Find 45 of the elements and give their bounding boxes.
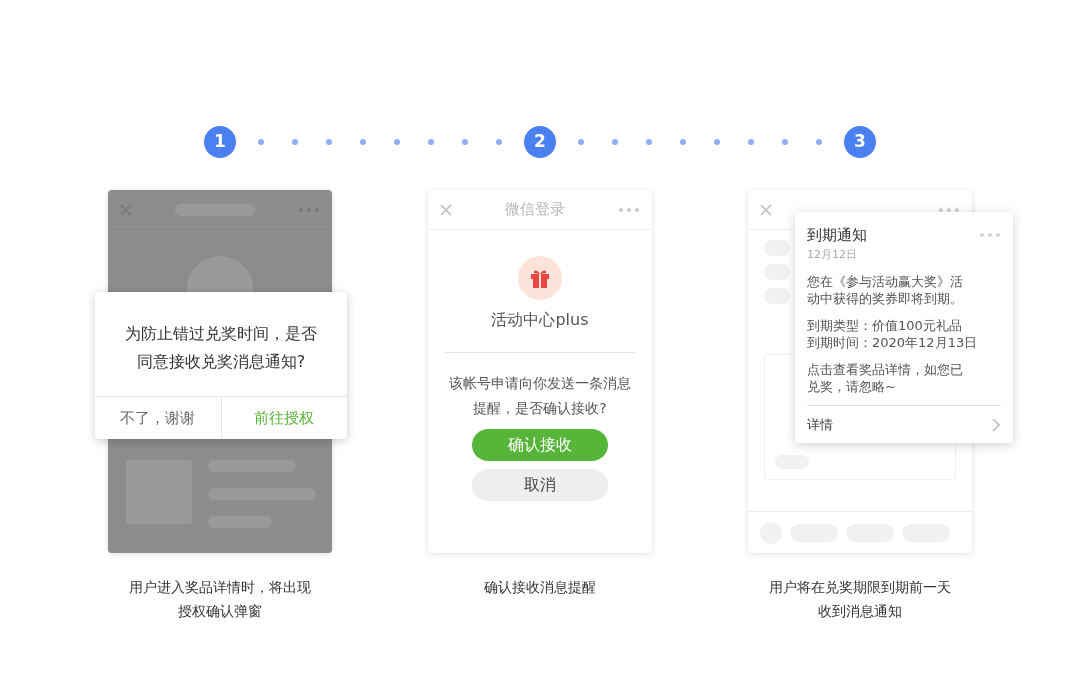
dialog-message: 同意接收兑奖消息通知? [135,351,307,373]
dot-marker [646,139,652,145]
notice-text: 动中获得的奖券即将到期。 [807,290,964,307]
more-icon [979,232,1001,239]
dialog-message: 为防止错过兑奖时间，是否 [124,323,318,345]
more-icon [618,206,640,213]
gift-icon [518,256,562,300]
caption-text: 授权确认弹窗 [177,602,263,621]
notice-text: 兑奖，请忽略~ [807,378,897,395]
dot-marker [748,139,754,145]
dot-marker [714,139,720,145]
dot-marker [360,139,366,145]
dot-marker [782,139,788,145]
caption-text: 确认接收消息提醒 [484,578,596,597]
caption-text: 用户将在兑奖期限到期前一天 [769,578,951,597]
dot-marker [462,139,468,145]
close-icon [760,203,772,216]
chevron-right-icon [991,417,1001,432]
dot-marker [292,139,298,145]
dot-marker [428,139,434,145]
dot-marker [680,139,686,145]
notice-title: 到期通知 [807,225,867,246]
decline-button[interactable]: 不了，谢谢 [95,397,221,439]
cancel-button[interactable]: 取消 [472,469,608,501]
notice-text: 您在《参与活动赢大奖》活 [807,273,964,290]
dot-marker [258,139,264,145]
account-name: 活动中心plus [491,309,589,331]
request-message: 该帐号申请向你发送一条消息提醒，是否确认接收? [448,374,632,418]
notice-date: 12月12日 [807,246,858,263]
caption-text: 收到消息通知 [817,602,903,621]
notice-text: 到期时间：2020年12月13日 [807,334,979,351]
notice-text: 到期类型：价值100元礼品 [807,317,963,334]
dot-marker [816,139,822,145]
dot-marker [496,139,502,145]
caption-text: 用户进入奖品详情时，将出现 [129,578,311,597]
dot-marker [326,139,332,145]
screen-title: 微信登录 [505,199,565,221]
dot-marker [394,139,400,145]
dot-marker [578,139,584,145]
close-icon [440,203,452,216]
details-link[interactable]: 详情 [807,405,1001,443]
more-icon [938,206,960,213]
notice-text: 点击查看奖品详情，如您已 [807,361,964,378]
details-label: 详情 [807,415,833,434]
dot-marker [612,139,618,145]
